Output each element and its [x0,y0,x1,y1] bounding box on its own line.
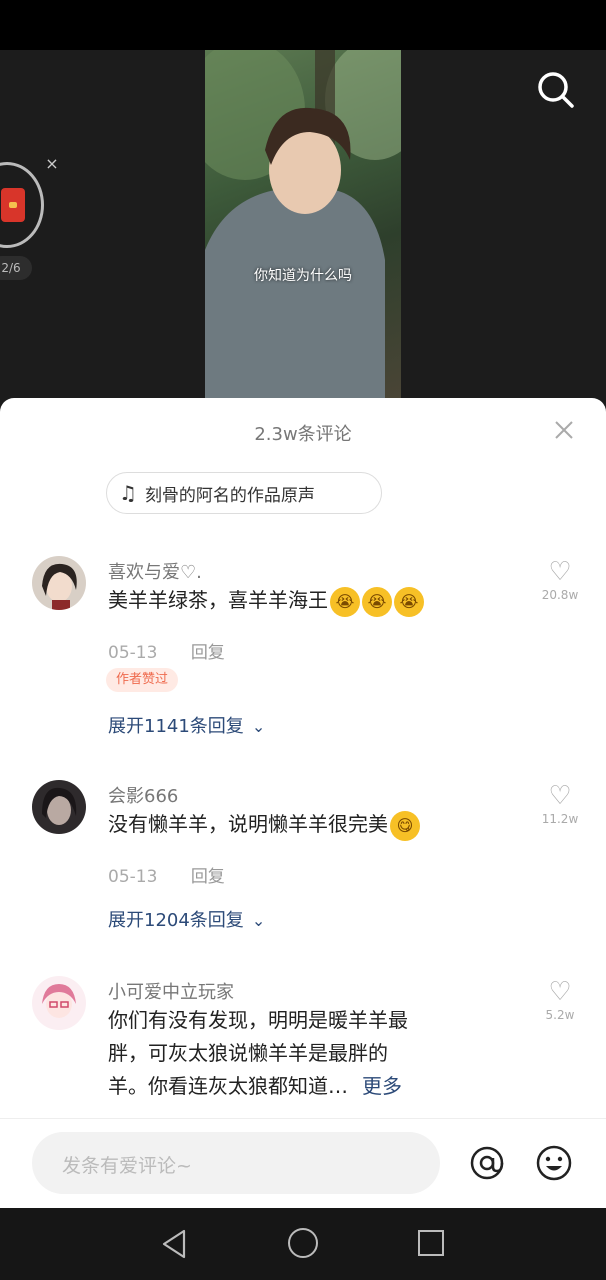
more-link[interactable]: 更多 [362,1074,402,1098]
like-button[interactable]: ♡ 20.8w [534,558,586,602]
divider [0,1118,606,1119]
comments-count-title: 2.3w条评论 [254,424,352,445]
redpacket-widget[interactable] [0,162,44,248]
heart-icon: ♡ [548,977,572,1007]
video-person-image [205,50,401,400]
reply-button[interactable]: 回复 [191,867,225,887]
like-button[interactable]: ♡ 5.2w [534,978,586,1022]
redpacket-icon [1,188,25,222]
comment-input-placeholder: 发条有爱评论~ [62,1155,192,1177]
back-button[interactable] [160,1228,188,1260]
video-frame[interactable]: 你知道为什么吗 [205,50,401,400]
crying-laughing-emoji: 😭 [394,586,424,617]
search-icon [538,72,574,108]
redpacket-close-button[interactable]: × [44,156,60,172]
emoji-button[interactable] [535,1144,573,1182]
comment-input[interactable]: 发条有爱评论~ [32,1132,440,1194]
yum-emoji: 😋 [390,810,420,841]
avatar[interactable] [32,780,86,834]
back-triangle-icon [162,1229,186,1259]
expand-replies-button[interactable]: 展开1141条回复 ⌄ [108,712,265,738]
like-count: 20.8w [541,588,579,602]
crying-laughing-emoji: 😭 [330,586,360,617]
expand-replies-button[interactable]: 展开1204条回复 ⌄ [108,906,265,932]
avatar[interactable] [32,556,86,610]
comment-text: 你们有没有发现，明明是暖羊羊最 胖，可灰太狼说懒羊羊是最胖的 羊。你看连灰太狼都… [108,1008,408,1098]
comment-date: 05-13 [108,867,158,887]
close-icon [555,421,573,439]
comment-text: 没有懒羊羊，说明懒羊羊很完美 😋 [108,808,508,841]
comment-date: 05-13 [108,643,158,663]
like-count: 11.2w [541,812,579,826]
author-liked-badge: 作者赞过 [106,668,179,692]
home-button[interactable] [288,1228,318,1258]
mention-button[interactable] [468,1144,506,1182]
chevron-down-icon: ⌄ [251,911,266,930]
smiley-icon [536,1145,572,1181]
at-icon [470,1146,504,1180]
video-subtitle: 你知道为什么吗 [254,268,352,284]
music-note-icon: ♫ [119,481,137,505]
original-sound-link[interactable]: ♫ 刻骨的阿名的作品原声 [106,472,382,514]
recent-apps-button[interactable] [418,1230,444,1256]
reply-button[interactable]: 回复 [191,643,225,663]
avatar[interactable] [32,976,86,1030]
status-bar [0,0,606,50]
comment-meta: 05-13 回复 [108,638,225,663]
comment-meta: 05-13 回复 [108,862,225,887]
heart-icon: ♡ [548,557,572,587]
search-button[interactable] [534,68,578,112]
like-count: 5.2w [545,1008,575,1022]
redpacket-progress: 2/6 [0,256,32,280]
comment-username[interactable]: 小可爱中立玩家 [108,978,234,1004]
comment-username[interactable]: 会影666 [108,782,178,808]
comment-text: 美羊羊绿茶，喜羊羊海王 😭 😭 😭 [108,584,508,617]
close-button[interactable] [552,418,576,442]
chevron-down-icon: ⌄ [251,717,266,736]
crying-laughing-emoji: 😭 [362,586,392,617]
comments-sheet: 2.3w条评论 ♫ 刻骨的阿名的作品原声 喜欢与爱♡. 美羊羊绿茶，喜羊羊海王 😭… [0,398,606,1208]
comment-username[interactable]: 喜欢与爱♡. [108,558,202,584]
like-button[interactable]: ♡ 11.2w [534,782,586,826]
original-sound-label: 刻骨的阿名的作品原声 [144,485,315,506]
video-area[interactable]: 你知道为什么吗 × 2/6 [0,50,606,410]
heart-icon: ♡ [548,781,572,811]
